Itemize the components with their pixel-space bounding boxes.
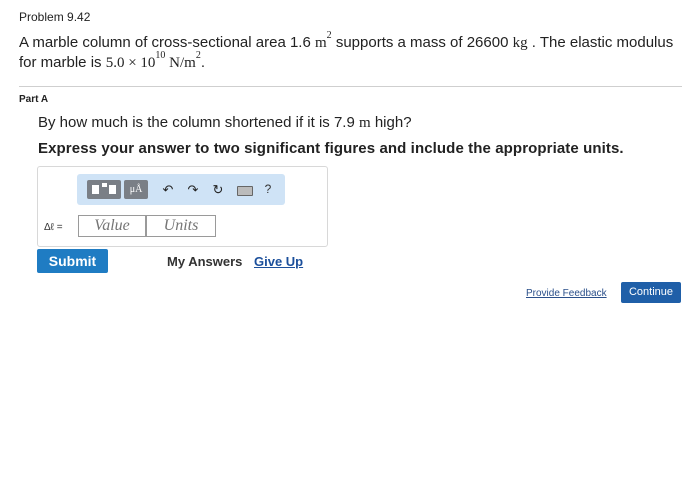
templates-icon[interactable] bbox=[87, 180, 121, 199]
answer-instruction: Express your answer to two significant f… bbox=[38, 140, 624, 157]
give-up-link[interactable]: Give Up bbox=[254, 254, 303, 269]
height-value: 7.9 bbox=[333, 114, 355, 131]
provide-feedback-link[interactable]: Provide Feedback bbox=[526, 288, 607, 299]
variable-label: Δℓ = bbox=[44, 222, 63, 233]
reset-icon[interactable]: ↻ bbox=[210, 180, 226, 199]
answer-box: μÅ ↶ ↷ ↻ ? Δℓ = bbox=[37, 166, 328, 247]
part-question: By how much is the column shortened if i… bbox=[38, 114, 412, 131]
area-value: 1.6 bbox=[289, 34, 311, 51]
value-input[interactable] bbox=[78, 215, 146, 237]
statement-text: supports a mass of bbox=[331, 34, 467, 51]
math-toolbar: μÅ ↶ ↷ ↻ ? bbox=[77, 174, 285, 205]
height-unit: m bbox=[359, 115, 371, 131]
continue-button[interactable]: Continue bbox=[621, 282, 681, 303]
mass-value: 26600 bbox=[466, 34, 509, 51]
help-icon[interactable]: ? bbox=[260, 180, 276, 199]
statement-text: A marble column of cross-sectional area bbox=[19, 34, 290, 51]
modulus-value: 5.0 × 1010 N/m2 bbox=[105, 50, 201, 72]
problem-title: Problem 9.42 bbox=[19, 10, 91, 24]
my-answers-label: My Answers bbox=[167, 254, 243, 269]
problem-statement: A marble column of cross-sectional area … bbox=[19, 30, 689, 73]
undo-icon[interactable]: ↶ bbox=[160, 180, 176, 199]
redo-icon[interactable]: ↷ bbox=[185, 180, 201, 199]
submit-button[interactable]: Submit bbox=[37, 249, 108, 273]
mass-unit: kg bbox=[512, 35, 528, 51]
divider bbox=[19, 86, 682, 87]
area-unit: m2 bbox=[314, 30, 332, 52]
part-label: Part A bbox=[19, 94, 49, 105]
statement-end: . bbox=[200, 54, 206, 71]
keyboard-icon[interactable] bbox=[237, 186, 253, 196]
units-symbol-button[interactable]: μÅ bbox=[124, 180, 148, 199]
units-input[interactable] bbox=[146, 215, 216, 237]
